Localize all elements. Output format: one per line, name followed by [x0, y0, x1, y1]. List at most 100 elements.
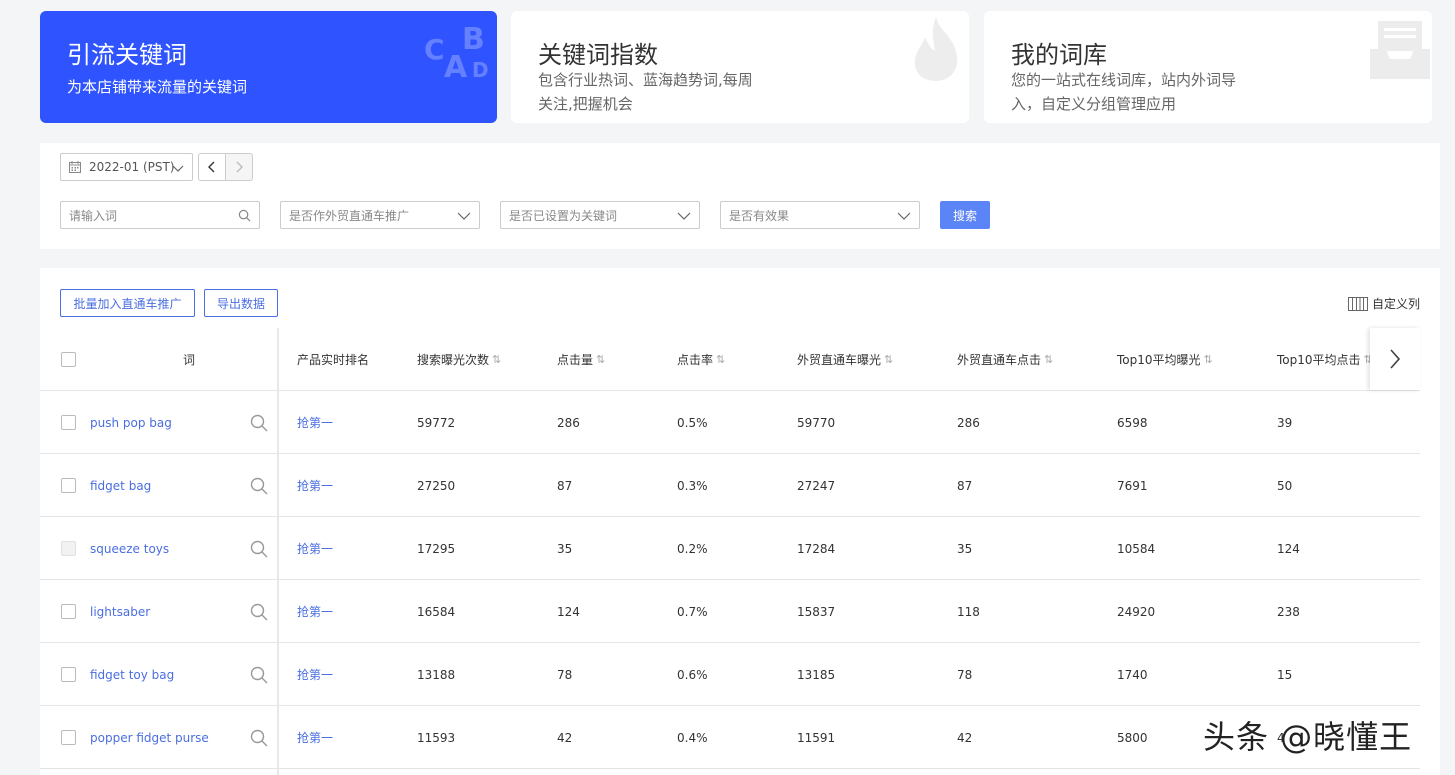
p4p-promotion-select[interactable]: 是否作外贸直通车推广 [280, 201, 480, 229]
scroll-columns-right-button[interactable] [1370, 328, 1420, 390]
batch-add-p4p-button[interactable]: 批量加入直通车推广 [60, 289, 195, 317]
flame-icon [914, 17, 958, 81]
cell-top10-impressions: 6598 [1117, 415, 1148, 430]
cell-top10-clicks: 15 [1277, 667, 1293, 682]
cell-ctr: 0.7% [677, 604, 708, 619]
keyword-search-icon[interactable] [250, 517, 268, 580]
prev-month-button[interactable] [198, 153, 226, 181]
rank-link[interactable]: 抢第一 [297, 706, 333, 769]
columns-icon [1347, 296, 1368, 311]
keyword-link[interactable]: popper fidget purse [90, 706, 209, 769]
rank-link[interactable]: 抢第一 [297, 454, 333, 517]
col-top10-impressions-header[interactable]: Top10平均曝光 ⇅ [1117, 328, 1213, 390]
cell-top10-clicks: 238 [1277, 604, 1300, 619]
col-p4p-impressions: 外贸直通车曝光 [797, 352, 882, 367]
has-effect-select[interactable]: 是否有效果 [720, 201, 920, 229]
row-checkbox[interactable] [61, 706, 76, 769]
cell-clicks: 35 [557, 541, 573, 556]
rank-link[interactable]: 抢第一 [297, 391, 333, 454]
rank-link[interactable]: 抢第一 [297, 517, 333, 580]
select-all-checkbox[interactable] [61, 328, 76, 390]
cell-p4p-impressions: 11591 [797, 730, 836, 745]
cell-p4p-clicks: 87 [957, 478, 973, 493]
table-header: 词 产品实时排名 搜索曝光次数 ⇅ 点击量 ⇅ 点击率 ⇅ 外贸直通车曝光 ⇅ 外贸直通… [40, 328, 1420, 391]
cell-p4p-impressions: 15837 [797, 604, 836, 619]
keyword-search-icon[interactable] [250, 580, 268, 643]
col-clicks: 点击量 [557, 352, 594, 367]
search-button[interactable]: 搜索 [940, 201, 990, 229]
keyword-link[interactable]: fidget toy bag [90, 643, 174, 706]
custom-columns-label: 自定义列 [1371, 297, 1420, 311]
col-p4p-clicks-header[interactable]: 外贸直通车点击 ⇅ [957, 328, 1053, 390]
sort-icon: ⇅ [1044, 352, 1054, 366]
row-checkbox[interactable] [61, 643, 76, 706]
col-impressions: 搜索曝光次数 [417, 352, 490, 367]
cell-ctr: 0.5% [677, 415, 708, 430]
keyword-search-input[interactable]: 请输入词 [60, 201, 260, 229]
cell-clicks: 42 [557, 730, 573, 745]
cell-clicks: 286 [557, 415, 580, 430]
table-row: fidget toy bag 抢第一 13188 78 0.6% 13185 78 1740 1… [40, 643, 1420, 706]
card-desc: 为本店铺带来流量的关键词 [67, 78, 248, 96]
export-data-button[interactable]: 导出数据 [204, 289, 278, 317]
row-checkbox [61, 517, 76, 580]
card-keyword-index[interactable]: 关键词指数 包含行业热词、蓝海趋势词,每周关注,把握机会 [511, 11, 969, 123]
rank-link[interactable]: 抢第一 [297, 580, 333, 643]
cell-clicks: 124 [557, 604, 580, 619]
cell-ctr: 0.4% [677, 730, 708, 745]
col-p4p-impressions-header[interactable]: 外贸直通车曝光 ⇅ [797, 328, 893, 390]
keyword-search-icon[interactable] [250, 643, 268, 706]
cell-p4p-clicks: 78 [957, 667, 973, 682]
is-keyword-select[interactable]: 是否已设置为关键词 [500, 201, 700, 229]
row-checkbox[interactable] [61, 391, 76, 454]
keyword-link[interactable]: squeeze toys [90, 517, 169, 580]
rank-link[interactable]: 抢第一 [297, 643, 333, 706]
card-my-keyword-library[interactable]: 我的词库 您的一站式在线词库，站内外词导入，自定义分组管理应用 [984, 11, 1432, 123]
chevron-right-icon [1390, 349, 1401, 369]
custom-columns-button[interactable]: 自定义列 [1347, 295, 1420, 312]
cell-impressions: 27250 [417, 478, 456, 493]
col-ctr: 点击率 [677, 352, 714, 367]
watermark: 头条 @晓懂王 [1203, 718, 1413, 756]
select-value: 是否有效果 [729, 208, 790, 223]
col-clicks-header[interactable]: 点击量 ⇅ [557, 328, 605, 390]
card-traffic-keywords[interactable]: 引流关键词 为本店铺带来流量的关键词 C A B D [40, 11, 497, 123]
cell-impressions: 17295 [417, 541, 456, 556]
cell-impressions: 59772 [417, 415, 456, 430]
cell-p4p-impressions: 27247 [797, 478, 836, 493]
inbox-icon [1370, 21, 1430, 79]
table-row: squeeze toys 抢第一 17295 35 0.2% 17284 35 10584 12… [40, 517, 1420, 580]
cell-ctr: 0.2% [677, 541, 708, 556]
row-checkbox[interactable] [61, 580, 76, 643]
keyword-link[interactable]: fidget bag [90, 454, 151, 517]
col-word: 词 [183, 352, 196, 367]
row-checkbox[interactable] [61, 454, 76, 517]
cell-top10-clicks: 124 [1277, 541, 1300, 556]
cell-p4p-clicks: 42 [957, 730, 973, 745]
cell-p4p-clicks: 118 [957, 604, 980, 619]
card-title: 引流关键词 [67, 41, 187, 69]
cell-clicks: 87 [557, 478, 573, 493]
cell-top10-impressions: 10584 [1117, 541, 1156, 556]
next-month-button[interactable] [225, 153, 253, 181]
select-value: 是否已设置为关键词 [509, 208, 618, 223]
date-value: 2022-01 (PST) [89, 160, 175, 174]
select-value: 是否作外贸直通车推广 [289, 208, 410, 223]
letter-b: B [462, 22, 485, 57]
col-top10-clicks-header[interactable]: Top10平均点击 ⇅ [1277, 328, 1373, 390]
keyword-search-icon[interactable] [250, 391, 268, 454]
col-rank: 产品实时排名 [297, 352, 370, 367]
sort-icon: ⇅ [492, 352, 502, 366]
date-select[interactable]: 2022-01 (PST) [60, 153, 193, 181]
calendar-icon [69, 161, 81, 173]
col-ctr-header[interactable]: 点击率 ⇅ [677, 328, 725, 390]
letter-c: C [424, 33, 445, 66]
col-top10-impressions: Top10平均曝光 [1117, 352, 1201, 367]
chevron-down-icon [172, 165, 184, 172]
search-icon [238, 209, 251, 222]
keyword-link[interactable]: push pop bag [90, 391, 172, 454]
col-impressions-header[interactable]: 搜索曝光次数 ⇅ [417, 328, 501, 390]
keyword-search-icon[interactable] [250, 454, 268, 517]
keyword-search-icon[interactable] [250, 706, 268, 769]
keyword-link[interactable]: lightsaber [90, 580, 150, 643]
